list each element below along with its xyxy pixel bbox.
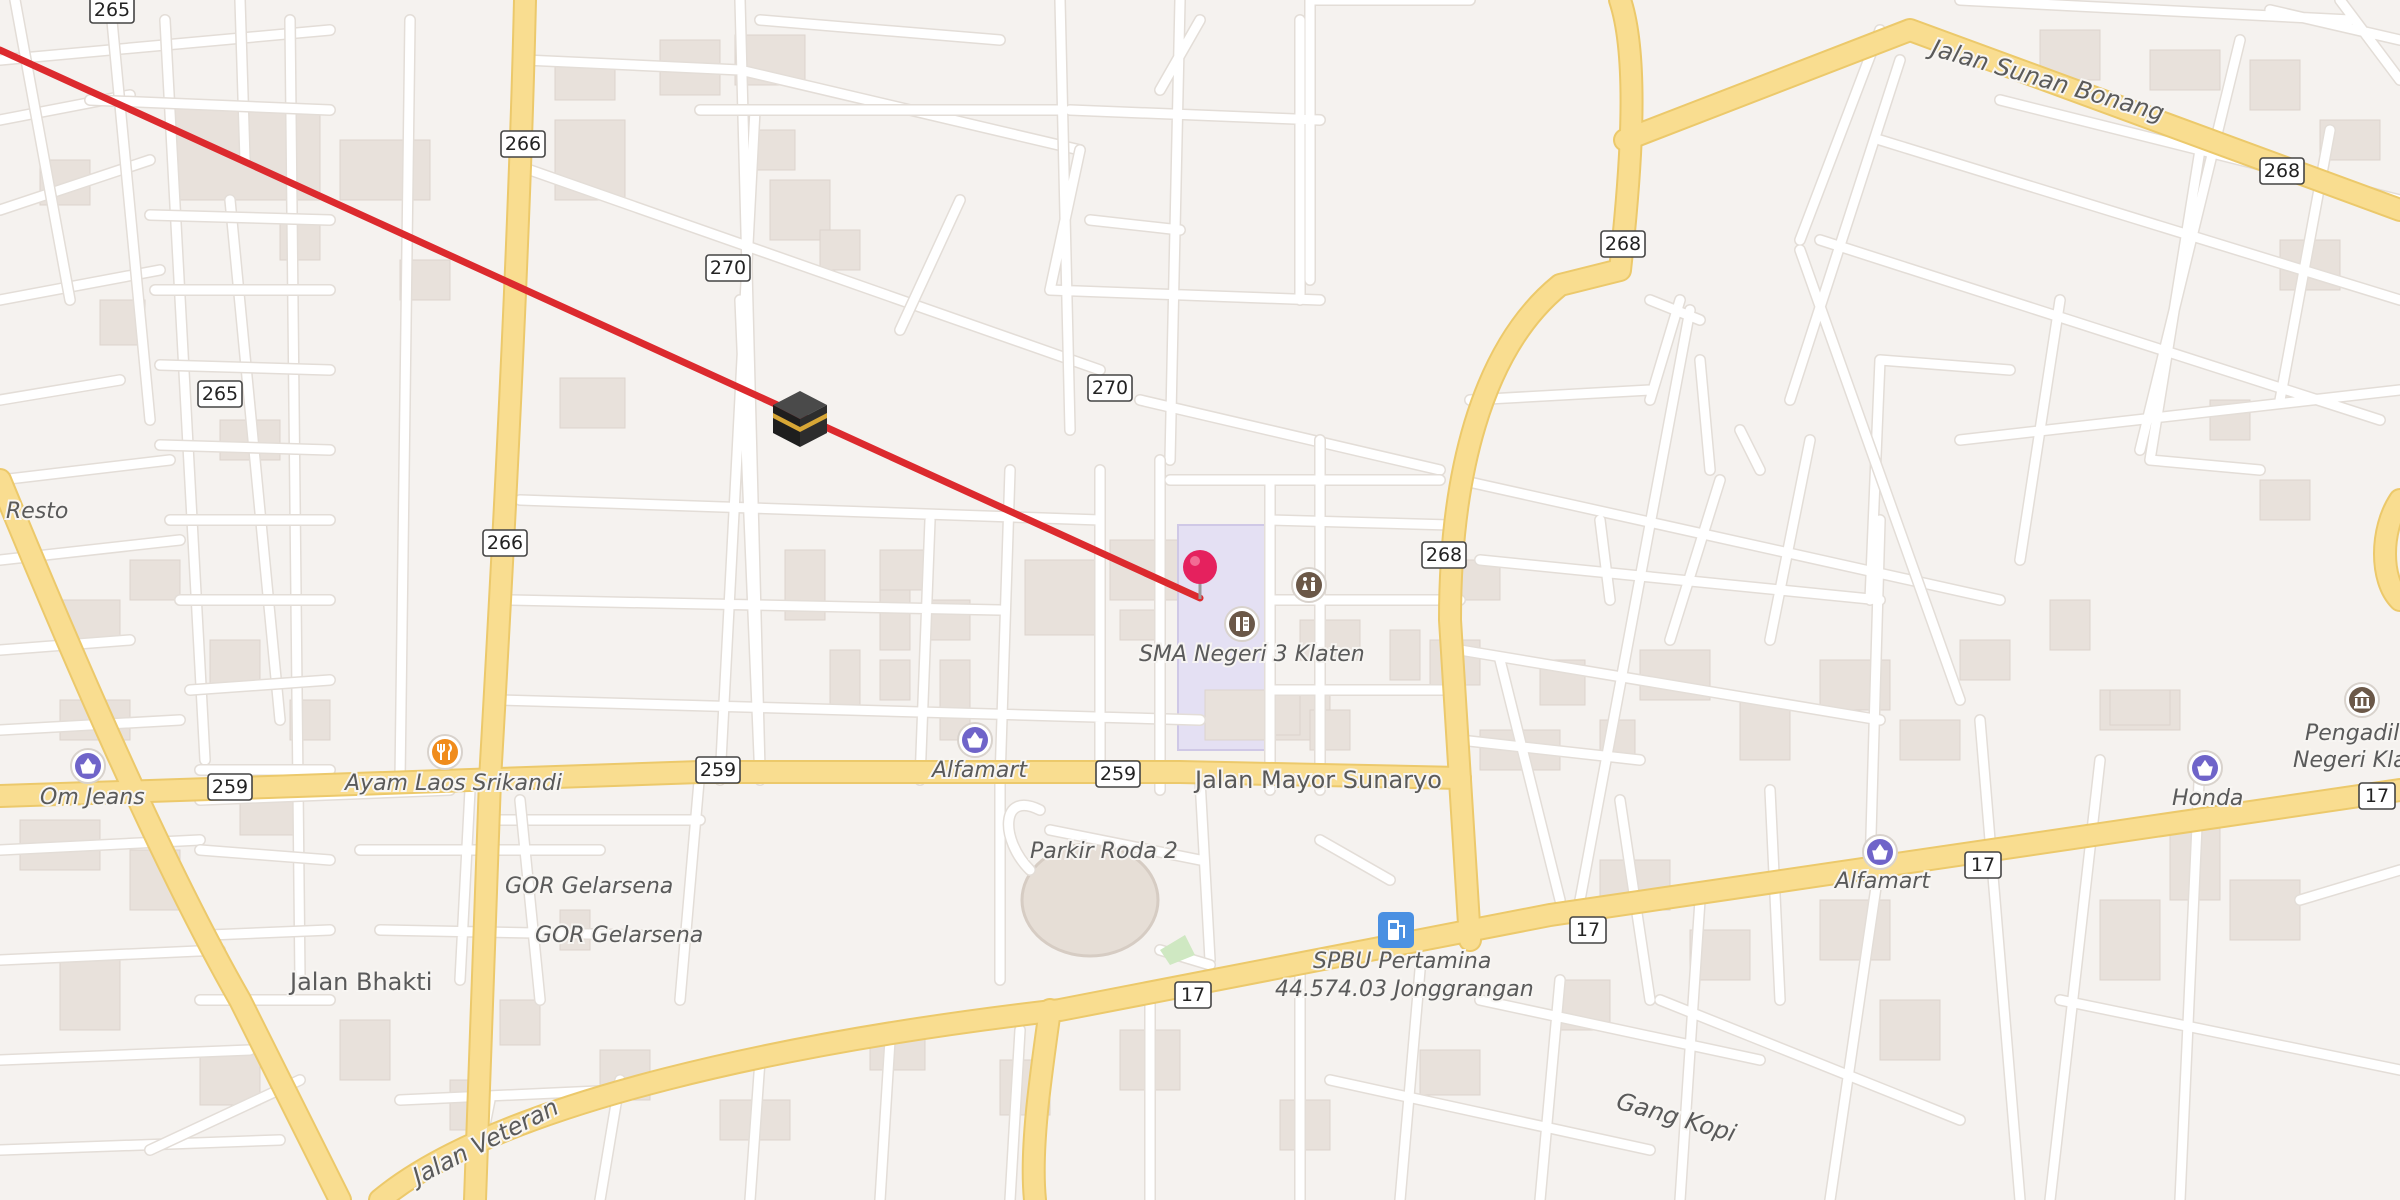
- svg-text:270: 270: [710, 257, 746, 279]
- route-shield-268: 268: [2259, 157, 2305, 185]
- route-shield-259: 259: [695, 756, 741, 784]
- svg-text:268: 268: [1605, 233, 1641, 255]
- poi-resto[interactable]: Resto: [4, 497, 70, 526]
- poi-label-honda: Honda: [2172, 786, 2243, 811]
- poi-gor-gelarsena-2[interactable]: GOR Gelarsena: [533, 921, 705, 950]
- poi-label-spbu-line2: 44.574.03 Jonggrangan: [1275, 977, 1534, 1002]
- route-shield-17: 17: [1174, 981, 1212, 1009]
- route-shield-259: 259: [1095, 760, 1141, 788]
- poi-label-pengadilan-line2: Negeri Kla: [2293, 748, 2400, 773]
- poi-label-pengadilan-line1: Pengadila: [2305, 721, 2400, 746]
- poi-label-om-jeans: Om Jeans: [40, 785, 145, 810]
- road-label-jalan-mayor-sunaryo: Jalan Mayor Sunaryo: [1193, 766, 1442, 794]
- shopping-basket-icon: [957, 722, 993, 758]
- poi-label-gor-gelarsena: GOR Gelarsena: [505, 874, 673, 899]
- svg-text:268: 268: [2264, 160, 2300, 182]
- shopping-basket-icon: [1862, 834, 1898, 870]
- school-icon: [1224, 606, 1260, 642]
- toilets-icon: [1291, 567, 1327, 603]
- courthouse-icon: [2344, 682, 2380, 718]
- svg-text:266: 266: [487, 532, 523, 554]
- svg-text:265: 265: [202, 383, 238, 405]
- poi-label-resto: Resto: [6, 499, 68, 524]
- route-shield-265: 265: [89, 0, 135, 24]
- fuel-pump-icon: [1378, 912, 1414, 948]
- route-shield-270: 270: [1087, 374, 1133, 402]
- poi-label-sma: SMA Negeri 3 Klaten: [1139, 642, 1365, 667]
- poi-label-ayam-laos: Ayam Laos Srikandi: [343, 771, 562, 796]
- svg-text:259: 259: [700, 759, 736, 781]
- route-shield-266: 266: [500, 130, 546, 158]
- poi-label-alfamart: Alfamart: [1833, 869, 1931, 894]
- poi-label-alfamart: Alfamart: [930, 758, 1028, 783]
- route-shield-259: 259: [207, 773, 253, 801]
- road-label-jalan-bhakti: Jalan Bhakti: [288, 968, 432, 996]
- shopping-basket-icon: [2187, 750, 2223, 786]
- svg-text:17: 17: [1971, 854, 1995, 876]
- map-canvas[interactable]: 265 265 266 266 270 270 268 268 268 259 …: [0, 0, 2400, 1200]
- route-shield-266: 266: [482, 529, 528, 557]
- poi-toilets[interactable]: [1291, 567, 1327, 603]
- label-parkir-roda-2: Parkir Roda 2: [1030, 839, 1178, 864]
- svg-text:265: 265: [94, 0, 130, 21]
- svg-text:268: 268: [1426, 544, 1462, 566]
- svg-text:17: 17: [1576, 919, 1600, 941]
- shopping-basket-icon: [70, 748, 106, 784]
- route-shield-268: 268: [1600, 230, 1646, 258]
- route-shield-17: 17: [1569, 916, 1607, 944]
- fork-knife-icon: [427, 734, 463, 770]
- route-shield-17: 17: [2358, 782, 2396, 810]
- route-shield-270: 270: [705, 254, 751, 282]
- svg-text:266: 266: [505, 133, 541, 155]
- svg-text:17: 17: [2365, 785, 2389, 807]
- route-shield-17: 17: [1964, 851, 2002, 879]
- svg-text:259: 259: [1100, 763, 1136, 785]
- poi-label-gor-gelarsena: GOR Gelarsena: [535, 923, 703, 948]
- svg-text:270: 270: [1092, 377, 1128, 399]
- route-shield-268: 268: [1421, 541, 1467, 569]
- poi-gor-gelarsena-1[interactable]: GOR Gelarsena: [503, 872, 675, 901]
- svg-text:259: 259: [212, 776, 248, 798]
- svg-text:17: 17: [1181, 984, 1205, 1006]
- route-shield-265: 265: [197, 380, 243, 408]
- poi-label-spbu-line1: SPBU Pertamina: [1313, 949, 1491, 974]
